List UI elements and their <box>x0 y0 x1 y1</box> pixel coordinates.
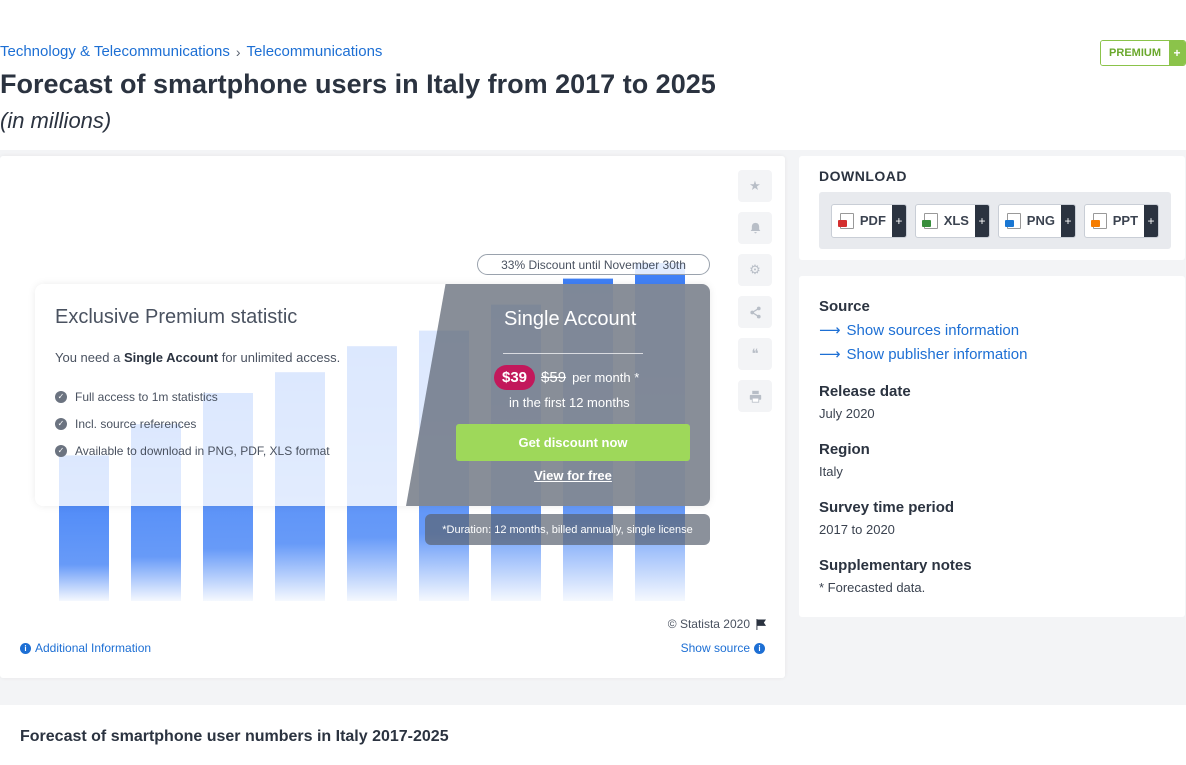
quote-icon[interactable]: ❝ <box>738 338 772 370</box>
feature-list: ✓ Full access to 1m statistics ✓ Incl. sou… <box>55 390 330 471</box>
source-heading: Source <box>819 298 870 315</box>
chart-card: 33% Discount until November 30th Exclusi… <box>0 156 785 678</box>
share-icon[interactable] <box>738 296 772 328</box>
statistic-details: Source ⟶ Show sources information ⟶ Show p… <box>819 298 1027 615</box>
show-publisher-label: Show publisher information <box>846 345 1028 363</box>
download-label: XLS <box>943 212 969 228</box>
check-icon: ✓ <box>55 391 67 403</box>
arrow-right-icon: ⟶ <box>819 346 841 363</box>
release-date-value: July 2020 <box>819 406 875 421</box>
get-discount-button[interactable]: Get discount now <box>456 424 690 461</box>
release-date-heading: Release date <box>819 383 911 400</box>
premium-label: PREMIUM <box>1101 41 1169 65</box>
survey-period-value: 2017 to 2020 <box>819 522 895 537</box>
account-title: Single Account <box>504 308 637 330</box>
download-xls-button[interactable]: XLS + <box>914 203 990 238</box>
xls-file-icon <box>916 205 940 237</box>
premium-badge[interactable]: PREMIUM + <box>1100 40 1186 66</box>
show-sources-label: Show sources information <box>846 321 1020 339</box>
plus-icon: + <box>1060 204 1075 237</box>
breadcrumb: Technology & Telecommunications › Teleco… <box>0 43 382 60</box>
chart-action-bar: ★ ⚙ ❝ <box>738 170 772 412</box>
list-item: ✓ Available to download in PNG, PDF, XLS … <box>55 444 330 458</box>
info-icon: i <box>754 642 765 654</box>
view-for-free-link[interactable]: View for free <box>456 468 690 483</box>
breadcrumb-item-technology[interactable]: Technology & Telecommunications <box>0 43 230 60</box>
arrow-right-icon: ⟶ <box>819 322 841 339</box>
plus-icon: + <box>974 204 989 237</box>
overlay-need-text: You need a Single Account for unlimited … <box>55 350 340 365</box>
pdf-file-icon <box>832 205 856 237</box>
divider <box>503 353 643 354</box>
download-label: PPT <box>1112 212 1139 228</box>
supplementary-notes-heading: Supplementary notes <box>819 557 972 574</box>
print-icon[interactable] <box>738 380 772 412</box>
plus-icon: + <box>1169 41 1185 65</box>
check-icon: ✓ <box>55 445 67 457</box>
discount-pill: 33% Discount until November 30th <box>477 254 710 275</box>
breadcrumb-separator: › <box>235 43 241 60</box>
download-pdf-button[interactable]: PDF + <box>830 203 907 238</box>
download-label: PNG <box>1026 212 1055 228</box>
download-label: PDF <box>859 212 886 228</box>
download-title: DOWNLOAD <box>819 168 907 184</box>
need-account: Single Account <box>123 350 219 365</box>
plus-icon: + <box>1144 204 1159 237</box>
survey-period-heading: Survey time period <box>819 499 955 516</box>
price-new: $39 <box>494 365 536 390</box>
price-note: in the first 12 months <box>509 395 630 410</box>
check-icon: ✓ <box>55 418 67 430</box>
png-file-icon <box>999 205 1023 237</box>
breadcrumb-item-telecommunications[interactable]: Telecommunications <box>247 43 383 60</box>
supplementary-notes-value: * Forecasted data. <box>819 580 926 595</box>
list-item: ✓ Full access to 1m statistics <box>55 390 330 404</box>
duration-note: *Duration: 12 months, billed annually, s… <box>425 514 710 545</box>
gear-icon[interactable]: ⚙ <box>738 254 772 286</box>
price-unit: per month * <box>572 370 640 385</box>
need-prefix: You need a <box>55 350 121 365</box>
region-heading: Region <box>819 441 870 458</box>
page-header: Technology & Telecommunications › Teleco… <box>0 0 1186 150</box>
download-card: DOWNLOAD PDF + XLS + PNG + PPT + <box>799 156 1185 260</box>
feature-label: Available to download in PNG, PDF, XLS f… <box>75 444 330 458</box>
flag-icon[interactable] <box>756 618 767 630</box>
show-source-link[interactable]: Show source i <box>681 641 765 655</box>
feature-label: Incl. source references <box>75 417 197 431</box>
statistic-details-card: Source ⟶ Show sources information ⟶ Show p… <box>799 276 1185 617</box>
copyright-text: © Statista 2020 <box>667 617 750 631</box>
plus-icon: + <box>891 204 906 237</box>
show-sources-link[interactable]: ⟶ Show sources information <box>819 321 1027 340</box>
download-png-button[interactable]: PNG + <box>997 203 1076 238</box>
info-icon: i <box>20 642 31 654</box>
overlay-title: Exclusive Premium statistic <box>55 306 298 328</box>
need-suffix: for unlimited access. <box>221 350 341 365</box>
additional-information-link[interactable]: i Additional Information <box>20 641 151 655</box>
price-row: $39 $59 per month * <box>494 365 639 390</box>
price-old: $59 <box>541 369 567 386</box>
page-subtitle: (in millions) <box>0 108 112 133</box>
star-icon[interactable]: ★ <box>738 170 772 202</box>
bell-icon[interactable] <box>738 212 772 244</box>
description-card: Forecast of smartphone user numbers in I… <box>0 705 1186 765</box>
description-title: Forecast of smartphone user numbers in I… <box>20 728 449 745</box>
page-title: Forecast of smartphone users in Italy fr… <box>0 69 716 99</box>
show-publisher-link[interactable]: ⟶ Show publisher information <box>819 345 1028 364</box>
download-buttons: PDF + XLS + PNG + PPT + <box>819 192 1171 249</box>
feature-label: Full access to 1m statistics <box>75 390 218 404</box>
show-source-label: Show source <box>680 641 750 655</box>
additional-info-label: Additional Information <box>35 641 152 655</box>
list-item: ✓ Incl. source references <box>55 417 330 431</box>
ppt-file-icon <box>1085 205 1109 237</box>
copyright: © Statista 2020 <box>668 617 767 631</box>
download-ppt-button[interactable]: PPT + <box>1083 203 1160 238</box>
region-value: Italy <box>819 464 843 479</box>
